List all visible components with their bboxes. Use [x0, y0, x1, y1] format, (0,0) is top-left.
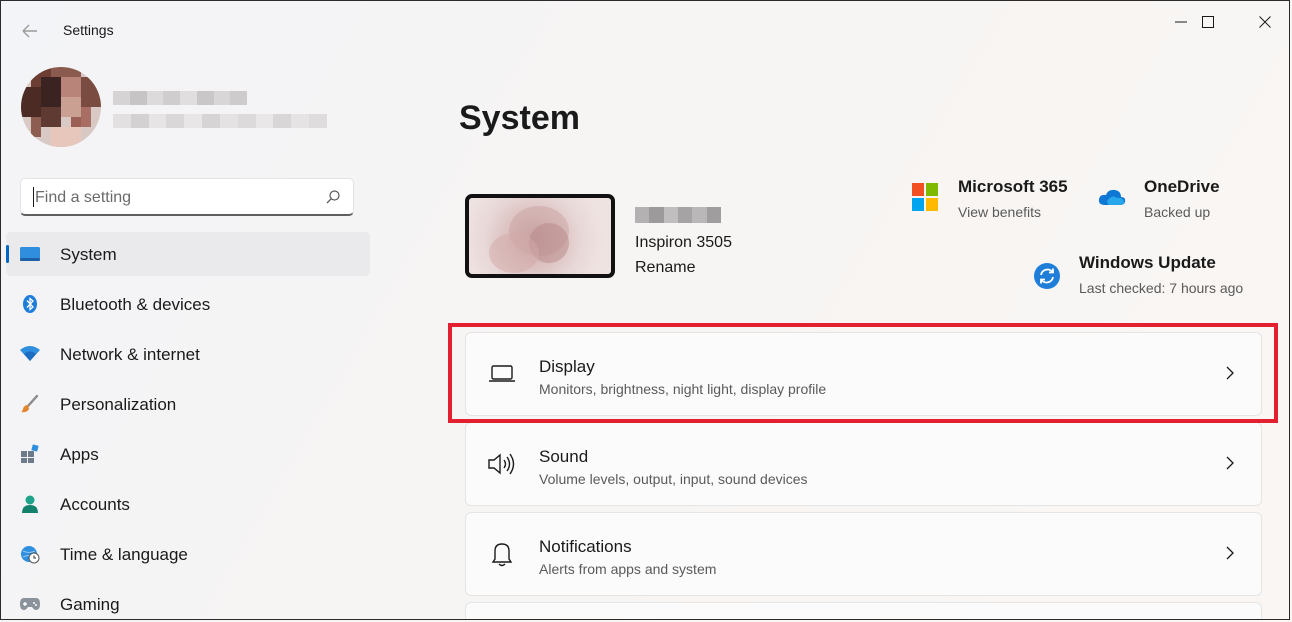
sidebar-item-label: Time & language — [60, 545, 188, 564]
bell-icon — [486, 541, 518, 567]
sidebar-item-accounts[interactable]: Accounts — [6, 482, 370, 526]
device-name — [635, 207, 721, 223]
speaker-icon — [486, 451, 518, 477]
sound-card[interactable]: Sound Volume levels, output, input, soun… — [465, 422, 1262, 506]
close-button[interactable] — [1242, 9, 1288, 35]
sidebar-item-bluetooth[interactable]: Bluetooth & devices — [6, 282, 370, 326]
profile-name — [113, 91, 247, 105]
sidebar-item-label: Accounts — [60, 495, 130, 514]
service-subtitle: View benefits — [958, 204, 1042, 220]
next-setting-card[interactable] — [465, 602, 1262, 619]
page-title: System — [459, 99, 580, 137]
service-title: Windows Update — [1079, 253, 1216, 272]
sidebar-item-label: Gaming — [60, 595, 120, 614]
rename-link[interactable]: Rename — [635, 259, 695, 277]
profile-email — [113, 114, 327, 128]
avatar-image — [21, 67, 101, 147]
maximize-button[interactable] — [1185, 9, 1231, 35]
system-icon — [19, 244, 41, 264]
device-wallpaper-thumbnail — [465, 194, 615, 278]
chevron-right-icon — [1225, 455, 1235, 476]
device-model: Inspiron 3505 — [635, 234, 732, 251]
sidebar-item-time-language[interactable]: Time & language — [6, 532, 370, 576]
sidebar-item-gaming[interactable]: Gaming — [6, 582, 370, 619]
globe-clock-icon — [19, 544, 41, 564]
avatar[interactable] — [21, 67, 101, 147]
brush-icon — [19, 394, 41, 414]
sidebar-item-label: Personalization — [60, 395, 177, 414]
search-icon[interactable] — [325, 189, 341, 210]
back-button[interactable] — [15, 19, 43, 43]
app-title: Settings — [63, 22, 114, 38]
highlight-box — [448, 323, 1278, 423]
service-title: Microsoft 365 — [958, 177, 1068, 196]
gamepad-icon — [19, 594, 41, 614]
service-subtitle: Last checked: 7 hours ago — [1079, 280, 1244, 296]
settings-window: Settings Find a setting System Bluetooth… — [0, 0, 1290, 620]
chevron-right-icon — [1225, 545, 1235, 566]
card-subtitle: Alerts from apps and system — [539, 561, 717, 577]
card-subtitle: Volume levels, output, input, sound devi… — [539, 471, 808, 487]
microsoft-logo-icon — [912, 183, 938, 216]
sidebar-item-system[interactable]: System — [6, 232, 370, 276]
search-box[interactable] — [20, 178, 354, 216]
sidebar-item-label: Network & internet — [60, 345, 200, 364]
card-title: Sound — [539, 447, 589, 466]
service-title: OneDrive — [1144, 177, 1220, 196]
windows-update-icon — [1033, 262, 1061, 295]
sidebar-item-label: System — [60, 245, 117, 264]
sidebar-item-label: Bluetooth & devices — [60, 295, 211, 314]
onedrive-cloud-icon — [1097, 187, 1127, 212]
sidebar-item-personalization[interactable]: Personalization — [6, 382, 370, 426]
search-input[interactable] — [33, 185, 317, 211]
service-subtitle: Backed up — [1144, 204, 1211, 220]
close-icon — [1259, 16, 1271, 28]
apps-icon — [19, 444, 41, 464]
maximize-icon — [1202, 16, 1214, 28]
active-indicator — [6, 245, 9, 263]
notifications-card[interactable]: Notifications Alerts from apps and syste… — [465, 512, 1262, 596]
person-icon — [19, 494, 41, 514]
wifi-icon — [19, 344, 41, 364]
bluetooth-icon — [19, 294, 41, 314]
sidebar-item-apps[interactable]: Apps — [6, 432, 370, 476]
card-title: Notifications — [539, 537, 632, 556]
sidebar-item-label: Apps — [60, 445, 99, 464]
sidebar-item-network[interactable]: Network & internet — [6, 332, 370, 376]
back-arrow-icon — [22, 24, 37, 38]
